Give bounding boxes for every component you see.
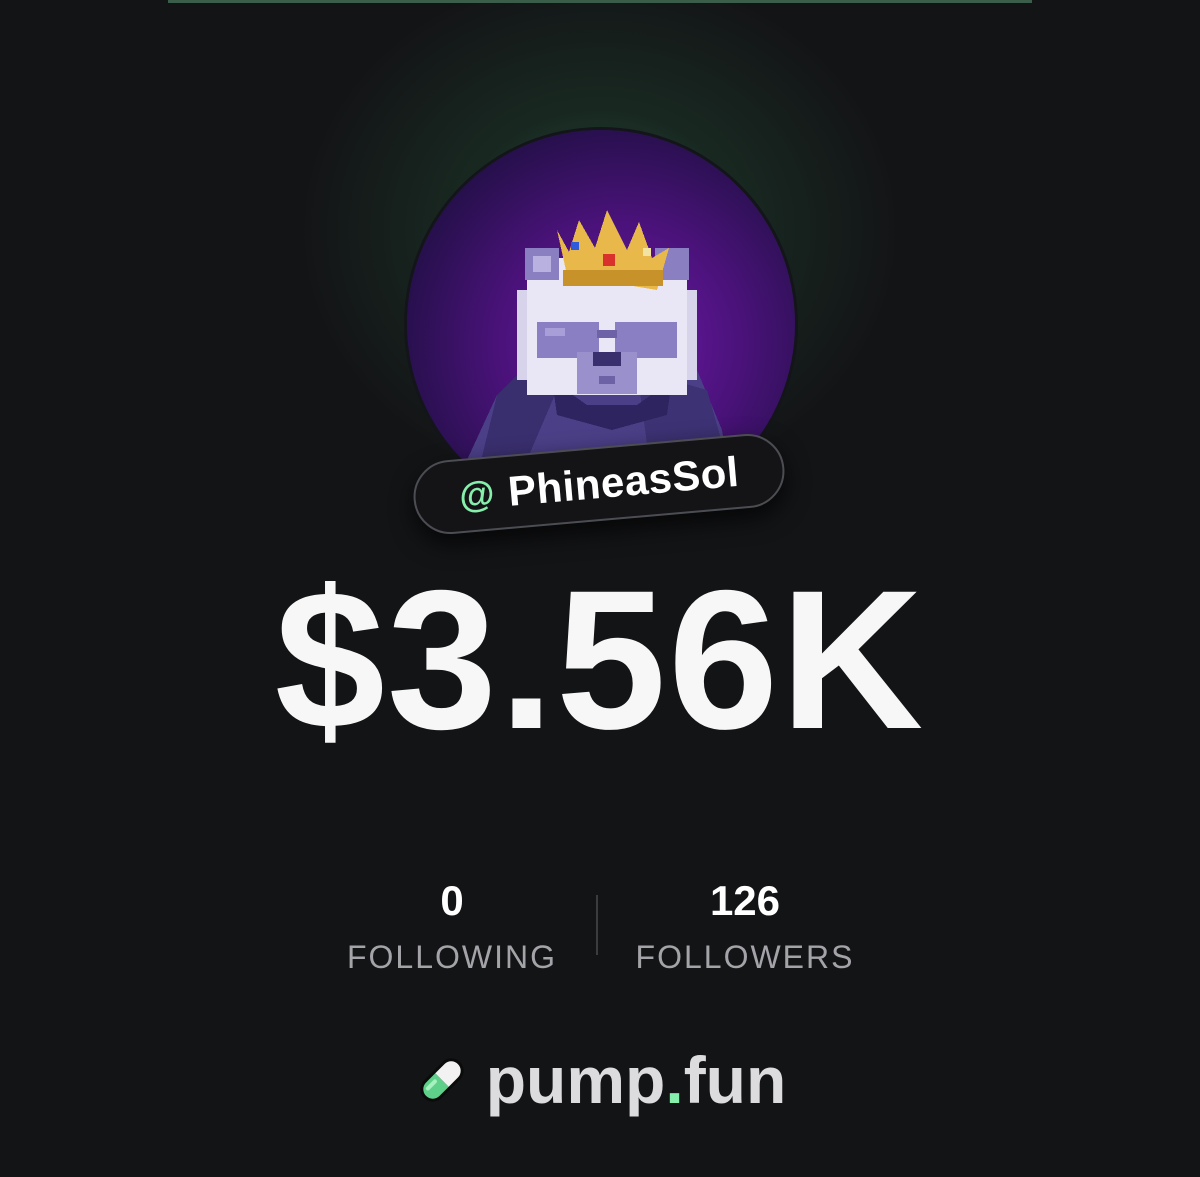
- at-icon: @: [457, 472, 496, 517]
- brand-logo: pump.fun: [0, 1040, 1200, 1120]
- following-label: FOLLOWING: [346, 939, 557, 975]
- following-stat[interactable]: 0 FOLLOWING: [302, 875, 602, 987]
- pill-icon: [420, 1058, 464, 1102]
- brand-name-main: pump: [485, 1043, 666, 1117]
- stats-row: 0 FOLLOWING 126 FOLLOWERS: [0, 875, 1200, 985]
- following-count: 0: [440, 877, 464, 924]
- balance-value: $3.56K: [274, 549, 926, 770]
- followers-label: FOLLOWERS: [635, 939, 855, 975]
- followers-stat[interactable]: 126 FOLLOWERS: [595, 875, 895, 987]
- brand-name-dot: .: [665, 1043, 684, 1117]
- followers-count: 126: [709, 877, 781, 924]
- brand-name-tld: fun: [683, 1043, 787, 1117]
- username: PhineasSol: [506, 447, 741, 515]
- brand-name: pump.fun: [486, 1040, 787, 1120]
